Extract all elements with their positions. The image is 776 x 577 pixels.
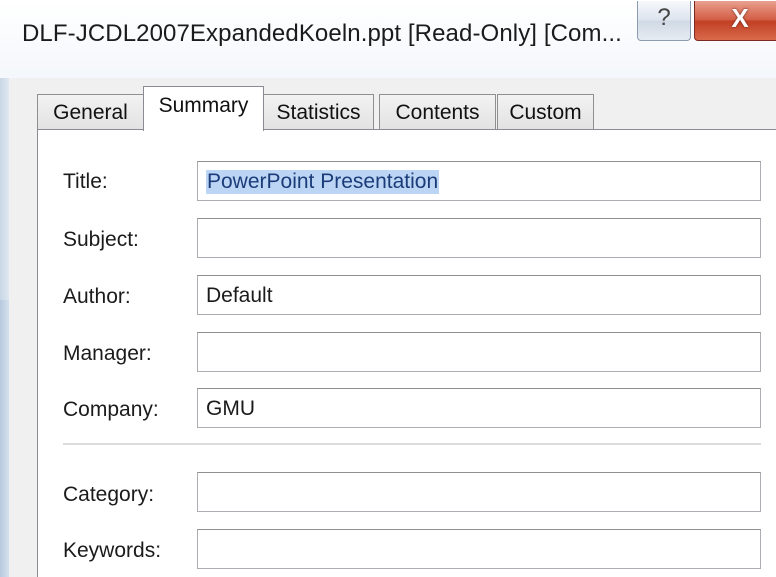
manager-label: Manager:: [63, 342, 152, 365]
manager-field[interactable]: [197, 332, 761, 372]
author-field[interactable]: Default: [197, 275, 761, 315]
keywords-label: Keywords:: [63, 539, 162, 562]
help-button[interactable]: ?: [637, 1, 691, 41]
subject-field[interactable]: [197, 218, 761, 258]
close-icon: X: [731, 3, 749, 33]
tab-contents[interactable]: Contents: [379, 94, 496, 130]
tab-general[interactable]: General: [37, 94, 144, 130]
title-bar[interactable]: DLF-JCDL2007ExpandedKoeln.ppt [Read-Only…: [0, 0, 776, 78]
window-frame-left-shade: [0, 300, 9, 577]
author-label: Author:: [63, 285, 131, 308]
category-label: Category:: [63, 483, 155, 506]
title-label: Title:: [63, 170, 108, 193]
close-button[interactable]: X: [694, 1, 776, 41]
tab-custom[interactable]: Custom: [497, 94, 594, 130]
tab-statistics[interactable]: Statistics: [263, 94, 374, 130]
window-title: DLF-JCDL2007ExpandedKoeln.ppt [Read-Only…: [22, 20, 622, 47]
company-label: Company:: [63, 398, 159, 421]
subject-label: Subject:: [63, 228, 139, 251]
company-value: GMU: [206, 397, 255, 420]
keywords-field[interactable]: [197, 529, 761, 569]
author-value: Default: [206, 284, 273, 307]
category-field[interactable]: [197, 472, 761, 512]
properties-dialog: DLF-JCDL2007ExpandedKoeln.ppt [Read-Only…: [0, 0, 776, 577]
company-field[interactable]: GMU: [197, 388, 761, 428]
section-divider: [63, 443, 761, 446]
title-field[interactable]: PowerPoint Presentation: [197, 161, 761, 201]
title-value: PowerPoint Presentation: [206, 170, 440, 194]
tab-summary[interactable]: Summary: [143, 86, 264, 131]
help-icon: ?: [657, 4, 671, 31]
